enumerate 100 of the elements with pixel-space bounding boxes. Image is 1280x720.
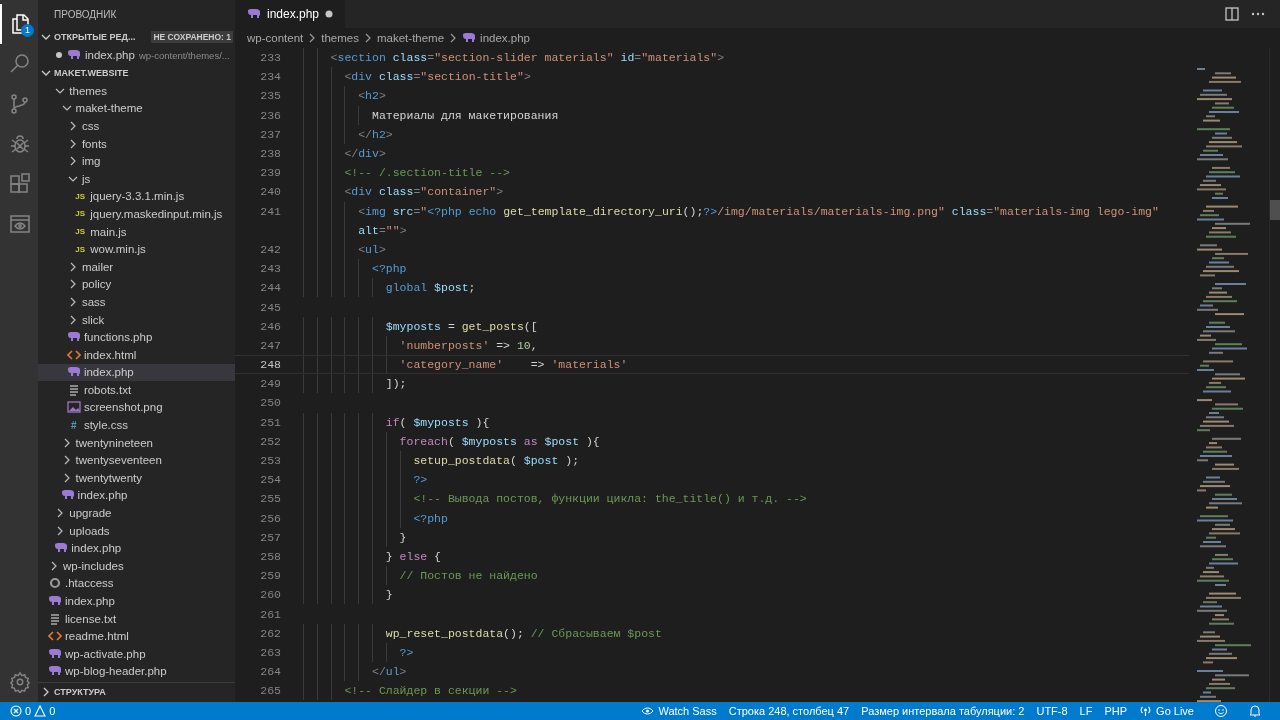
code-line: } [399, 530, 407, 544]
breadcrumb-item[interactable]: wp-content [247, 32, 304, 44]
selected-tree-row[interactable]: index.php [38, 363, 235, 382]
line-number: 265 [259, 684, 282, 698]
line-number: 249 [259, 377, 282, 391]
php-file-icon [54, 542, 69, 555]
tree-item[interactable]: jquery.maskedinput.min.js [90, 207, 223, 220]
tree-item[interactable]: themes [69, 84, 107, 97]
notification-badge: 1 [21, 24, 34, 37]
tree-item[interactable]: twentyseventeen [75, 454, 162, 467]
section-title[interactable]: СТРУКТУРА [54, 687, 106, 697]
scrollbar-thumb[interactable] [1270, 200, 1280, 220]
code-line: <div class="container"> [344, 185, 504, 199]
code-file-icon [48, 630, 62, 643]
tree-item[interactable]: slick [81, 313, 105, 326]
breadcrumb-item[interactable]: themes [321, 32, 359, 44]
split-editor-icon[interactable] [1224, 6, 1240, 22]
php-file-icon [67, 49, 81, 61]
code-line: ?> [413, 473, 428, 487]
tree-item[interactable]: style.css [83, 419, 128, 432]
error-icon [10, 705, 22, 717]
tree-item[interactable]: upgrade [69, 507, 112, 520]
unsaved-badge: НЕ СОХРАНЕНО: 1 [151, 31, 233, 43]
line-number: 255 [259, 492, 282, 506]
preview-icon [8, 212, 32, 236]
tree-item[interactable]: wow.min.js [90, 243, 146, 256]
code-line: if( $myposts ){ [385, 415, 490, 429]
line-number: 261 [259, 607, 282, 621]
status-item[interactable]: Watch Sass [658, 705, 717, 717]
line-number: 241 [259, 204, 282, 218]
line-number: 260 [259, 588, 282, 602]
tree-item[interactable]: js [81, 172, 91, 185]
breadcrumb-item[interactable]: index.php [480, 32, 530, 44]
tree-item[interactable]: .htaccess [65, 577, 114, 590]
section-title[interactable]: ОТКРЫТЫЕ РЕД... [54, 32, 136, 42]
chevron-icon [363, 33, 373, 43]
tree-item[interactable]: readme.html [65, 630, 129, 643]
breadcrumb-item[interactable]: maket-theme [377, 32, 445, 44]
tree-item[interactable]: fonts [81, 137, 107, 150]
php-file-icon [247, 8, 261, 20]
tree-item[interactable]: main.js [90, 225, 127, 238]
modified-dot-icon[interactable] [325, 10, 334, 18]
broadcast-icon [1139, 705, 1153, 717]
code-line: } [385, 588, 393, 602]
section-title[interactable]: MAKET.WEBSITE [54, 68, 129, 78]
tree-item[interactable]: index.php [77, 489, 128, 502]
tree-item[interactable]: index.php [83, 366, 134, 379]
code-line: <div class="section-title"> [344, 70, 531, 84]
error-count[interactable]: 0 [25, 705, 32, 717]
css-file-icon: # [66, 419, 81, 431]
tree-item[interactable]: twentynineteen [75, 436, 153, 449]
code-line: ]); [385, 377, 407, 391]
tree-item[interactable]: mailer [81, 260, 114, 273]
smiley-icon[interactable] [1214, 704, 1228, 718]
status-item[interactable]: Размер интервала табуляции: 2 [861, 705, 1025, 717]
modified-dot-icon[interactable] [55, 51, 63, 59]
tree-item[interactable]: index.php [71, 542, 122, 555]
line-number: 245 [259, 300, 282, 314]
settings-icon[interactable] [9, 671, 31, 693]
tree-item[interactable]: twentytwenty [75, 471, 143, 484]
code-line: </div> [344, 147, 386, 161]
tree-item[interactable]: maket-theme [75, 102, 143, 115]
line-number: 262 [259, 626, 282, 640]
bell-icon[interactable] [1248, 704, 1262, 718]
status-item[interactable]: PHP [1104, 705, 1128, 717]
tree-item[interactable]: css [81, 120, 100, 132]
tree-item[interactable]: index.html [83, 348, 137, 361]
code-line: <!-- Вывода постов, функции цикла: the_title() и т.д. --> [413, 492, 807, 506]
status-item[interactable]: LF [1079, 705, 1093, 717]
text-file-icon [48, 612, 62, 625]
tree-item[interactable]: screenshot.png [83, 401, 163, 414]
code-line: $myposts = get_posts([ [385, 319, 538, 333]
code-line: <ul> [358, 242, 386, 256]
line-number: 234 [259, 70, 282, 84]
status-item[interactable]: Go Live [1156, 705, 1194, 717]
tree-item[interactable]: img [81, 155, 101, 168]
line-number: 239 [259, 166, 282, 180]
line-number: 254 [259, 473, 282, 487]
tree-item[interactable]: functions.php [83, 331, 153, 344]
tree-item[interactable]: wp-blog-header.php [65, 665, 167, 678]
tree-item[interactable]: policy [81, 278, 112, 291]
status-item[interactable]: Строка 248, столбец 47 [728, 705, 850, 717]
tree-item[interactable]: jquery-3.3.1.min.js [90, 190, 185, 203]
file-name[interactable]: index.php [85, 49, 135, 61]
tree-item[interactable]: license.txt [65, 612, 117, 625]
tree-item[interactable]: robots.txt [83, 383, 132, 396]
tree-item[interactable]: index.php [65, 595, 115, 607]
warning-count[interactable]: 0 [49, 705, 56, 717]
line-number: 264 [259, 665, 282, 679]
editor-tab[interactable]: index.php [235, 0, 346, 28]
tree-item[interactable]: wp-includes [63, 559, 124, 572]
code-line: <section class="section-slider materials" id="materials"> [330, 51, 725, 65]
line-number: 247 [259, 338, 282, 352]
status-item[interactable]: UTF-8 [1036, 705, 1068, 717]
tree-item[interactable]: sass [81, 295, 106, 308]
line-number: 248 [259, 358, 282, 372]
code-line: <?php [413, 511, 448, 525]
tree-item[interactable]: wp-activate.php [65, 647, 146, 660]
tree-item[interactable]: uploads [69, 524, 110, 537]
code-line: // Постов не найдено [399, 569, 538, 583]
